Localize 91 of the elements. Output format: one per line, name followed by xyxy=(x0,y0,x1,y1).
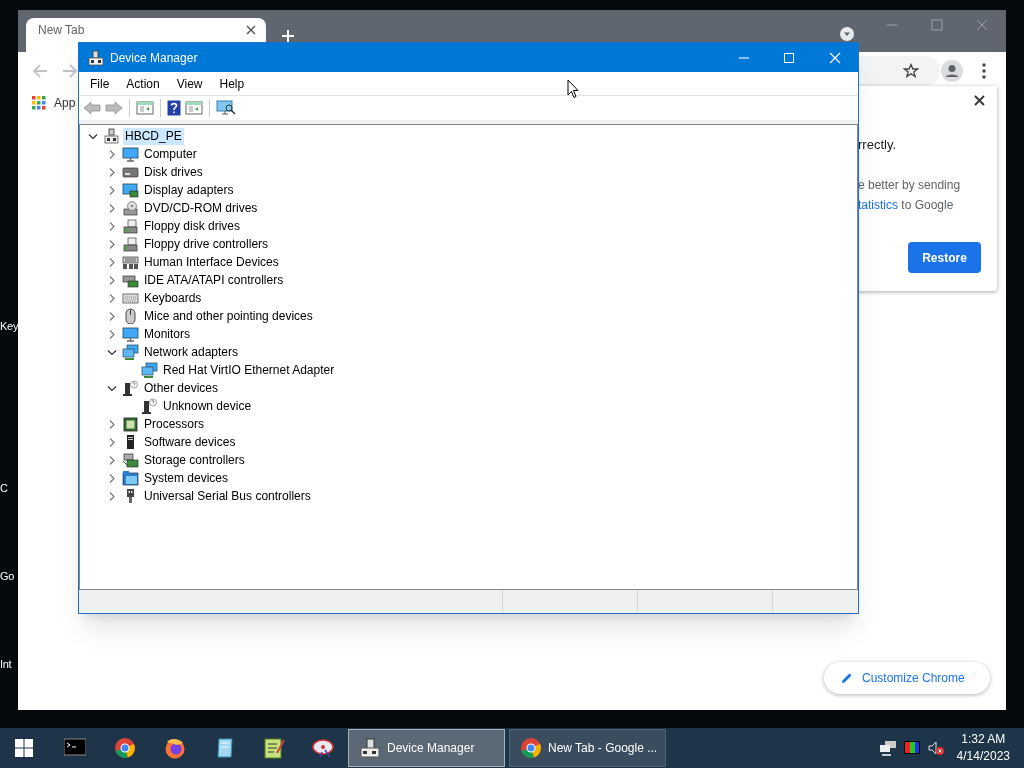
tree-item[interactable]: Network adapters xyxy=(142,343,241,361)
tree-item[interactable]: System devices xyxy=(142,469,231,487)
card-text: to Google xyxy=(900,197,954,214)
network-adapter-icon xyxy=(122,344,139,360)
mouse-icon xyxy=(122,308,139,324)
drive-icon xyxy=(122,164,139,180)
tree-item[interactable]: Keyboards xyxy=(142,289,204,307)
forward-arrow-icon[interactable] xyxy=(62,63,78,79)
monitor-icon xyxy=(122,146,139,162)
menu-item[interactable]: Action xyxy=(118,73,168,94)
profile-avatar-icon[interactable] xyxy=(941,60,963,82)
editor-icon[interactable] xyxy=(263,737,285,759)
forward-arrow-icon[interactable] xyxy=(105,100,123,116)
more-menu-icon[interactable] xyxy=(982,63,986,79)
floppy-drive-icon xyxy=(122,236,139,252)
tree-item[interactable]: Mice and other pointing devices xyxy=(142,307,315,325)
desktop-icon-label[interactable]: Go xyxy=(0,570,15,583)
tree-item[interactable]: Display adapters xyxy=(142,181,236,199)
unknown-device-icon xyxy=(122,380,139,396)
keyboard-icon xyxy=(122,290,139,306)
fox-browser-icon[interactable] xyxy=(164,737,186,759)
device-manager-icon xyxy=(88,49,104,66)
tree-item[interactable]: Red Hat VirtIO Ethernet Adapter xyxy=(161,361,337,379)
monitor-icon xyxy=(122,326,139,342)
restore-button[interactable]: Restore xyxy=(908,242,981,273)
close-icon[interactable] xyxy=(246,25,256,35)
disc-tool-icon[interactable] xyxy=(312,737,334,759)
computer-tower-icon xyxy=(103,128,120,144)
system-folder-icon xyxy=(122,470,139,486)
browser-icon[interactable] xyxy=(114,737,136,759)
maximize-icon[interactable] xyxy=(931,19,943,31)
apps-grid-icon[interactable] xyxy=(32,96,46,110)
desktop-icon-label[interactable]: Key xyxy=(0,320,19,333)
storage-controller-icon xyxy=(122,452,139,468)
tree-item[interactable]: Universal Serial Bus controllers xyxy=(142,487,313,505)
card-text: e better by sending xyxy=(858,177,961,194)
tree-item[interactable]: Processors xyxy=(142,415,207,433)
disc-drive-icon xyxy=(122,200,139,216)
taskbar-button[interactable]: Device Manager xyxy=(348,729,505,767)
menu-item[interactable]: View xyxy=(168,73,211,94)
start-button[interactable] xyxy=(15,739,33,757)
browser-tab[interactable]: New Tab xyxy=(26,18,266,42)
taskbar-button[interactable]: New Tab - Google ... xyxy=(509,729,666,767)
device-manager-icon xyxy=(359,737,381,759)
bookmark-link[interactable]: App xyxy=(54,94,76,112)
tree-item[interactable]: Software devices xyxy=(142,433,238,451)
processor-chip-icon xyxy=(122,416,139,432)
tree-item[interactable]: Human Interface Devices xyxy=(142,253,281,271)
new-tab-icon[interactable] xyxy=(281,29,295,43)
scan-monitor-icon[interactable] xyxy=(216,100,236,116)
help-icon[interactable] xyxy=(167,100,181,116)
dropdown-icon[interactable] xyxy=(840,27,854,41)
tree-item[interactable]: Disk drives xyxy=(142,163,205,181)
statistics-link[interactable]: tatistics xyxy=(858,196,898,214)
desktop-icon-label[interactable]: C xyxy=(0,482,8,495)
clock-date[interactable]: 4/14/2023 xyxy=(956,748,1010,765)
tree-item[interactable]: Computer xyxy=(142,145,199,163)
tree-item[interactable]: Storage controllers xyxy=(142,451,247,469)
network-adapter-icon xyxy=(141,362,158,378)
menu-item[interactable]: Help xyxy=(211,73,253,94)
browser-icon xyxy=(520,737,542,759)
network-icon[interactable] xyxy=(878,740,897,756)
display-card-icon xyxy=(122,182,139,198)
tree-item[interactable]: Monitors xyxy=(142,325,192,343)
menu-item[interactable]: File xyxy=(82,73,118,94)
display-colors-icon[interactable] xyxy=(902,740,921,756)
card-heading: rrectly. xyxy=(858,136,897,154)
tree-item[interactable]: Floppy disk drives xyxy=(142,217,243,235)
window-title: Device Manager xyxy=(110,49,199,67)
tree-item[interactable]: IDE ATA/ATAPI controllers xyxy=(142,271,286,289)
input-device-icon xyxy=(122,254,139,270)
tree-item[interactable]: HBCD_PE xyxy=(123,127,184,145)
tree-item[interactable]: DVD/CD-ROM drives xyxy=(142,199,260,217)
muted-speaker-icon[interactable] xyxy=(926,740,945,756)
controller-card-icon xyxy=(122,272,139,288)
terminal-icon[interactable] xyxy=(64,737,86,759)
star-icon[interactable] xyxy=(903,63,919,79)
pencil-icon xyxy=(840,671,854,685)
floppy-drive-icon xyxy=(122,218,139,234)
desktop-icon-label[interactable]: Int xyxy=(0,658,12,671)
tree-item[interactable]: Other devices xyxy=(142,379,221,397)
back-arrow-icon[interactable] xyxy=(83,100,101,116)
notepad-icon[interactable] xyxy=(214,737,236,759)
close-icon[interactable] xyxy=(974,95,985,106)
tree-item[interactable]: Floppy drive controllers xyxy=(142,235,271,253)
console-tree-icon[interactable] xyxy=(136,100,154,116)
unknown-device-icon xyxy=(141,398,158,414)
back-arrow-icon[interactable] xyxy=(32,63,48,79)
clock-time[interactable]: 1:32 AM xyxy=(961,731,1006,748)
customize-button[interactable]: Customize Chrome xyxy=(824,662,990,694)
tree-item[interactable]: Unknown device xyxy=(161,397,254,415)
